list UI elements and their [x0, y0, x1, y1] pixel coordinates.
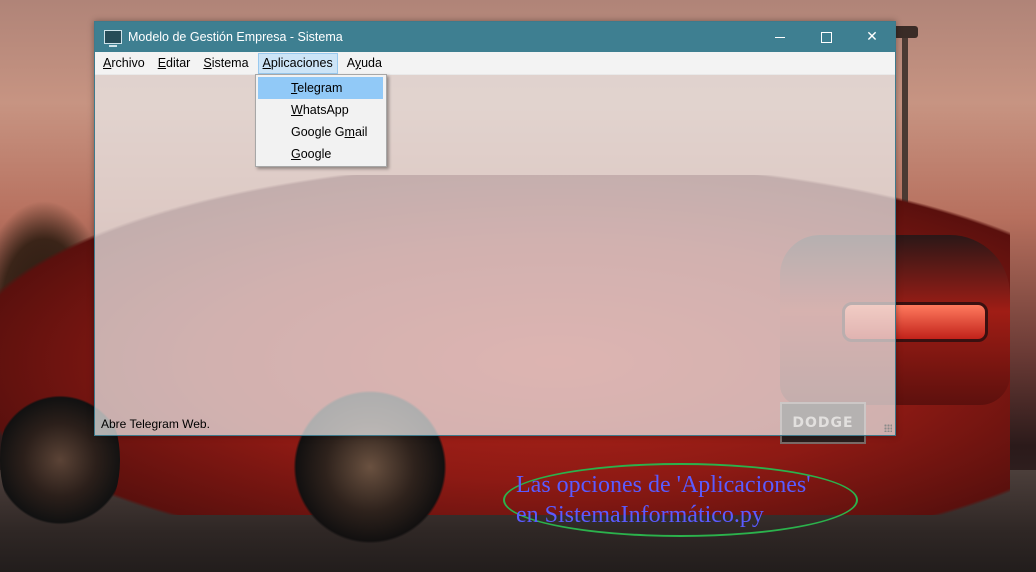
- menu-editar-label: ditar: [166, 56, 191, 70]
- resize-grip-icon[interactable]: [884, 424, 892, 432]
- google-mnemonic: G: [291, 147, 301, 161]
- title-bar[interactable]: Modelo de Gestión Empresa - Sistema ✕: [95, 22, 895, 52]
- google-gmail-mnemonic: m: [344, 125, 355, 139]
- google-label: oogle: [300, 147, 332, 161]
- menu-editar[interactable]: Editar: [154, 53, 195, 73]
- menu-item-telegram[interactable]: Telegram: [258, 77, 383, 99]
- annotation-text: Las opciones de 'Aplicaciones' en Sistem…: [516, 470, 856, 530]
- menu-archivo[interactable]: Archivo: [99, 53, 149, 73]
- menu-item-whatsapp[interactable]: WhatsApp: [258, 99, 383, 121]
- status-bar: Abre Telegram Web.: [95, 413, 895, 435]
- menu-aplicaciones[interactable]: Aplicaciones: [257, 52, 338, 74]
- menu-sistema-label: istema: [211, 56, 249, 70]
- whatsapp-label: hatsApp: [302, 103, 349, 117]
- maximize-icon: [820, 31, 832, 43]
- window-controls: ✕: [757, 22, 895, 52]
- minimize-button[interactable]: [757, 22, 803, 52]
- menu-ayuda[interactable]: Ayuda: [343, 53, 386, 73]
- annotation-line-1: Las opciones de 'Aplicaciones': [516, 472, 811, 498]
- google-gmail-prefix: Google G: [291, 125, 345, 139]
- google-gmail-label: ail: [354, 125, 368, 139]
- menu-ayuda-prefix: A: [346, 56, 355, 70]
- window-title: Modelo de Gestión Empresa - Sistema: [128, 30, 343, 44]
- menu-sistema[interactable]: Sistema: [199, 53, 252, 73]
- annotation-line-2: en SistemaInformático.py: [516, 502, 764, 528]
- client-area: Abre Telegram Web.: [95, 74, 895, 435]
- maximize-button[interactable]: [803, 22, 849, 52]
- menu-editar-mnemonic: E: [157, 56, 167, 70]
- menu-ayuda-label: uda: [361, 56, 382, 70]
- whatsapp-mnemonic: W: [291, 103, 303, 117]
- menu-aplicaciones-mnemonic: A: [262, 55, 271, 70]
- close-icon: ✕: [866, 29, 878, 45]
- menu-item-google-gmail[interactable]: Google Gmail: [258, 121, 383, 143]
- close-button[interactable]: ✕: [849, 22, 895, 52]
- status-text: Abre Telegram Web.: [101, 417, 210, 431]
- menu-aplicaciones-label: plicaciones: [270, 55, 333, 70]
- menu-sistema-mnemonic: S: [203, 56, 212, 70]
- app-window: Modelo de Gestión Empresa - Sistema ✕ Ar…: [94, 21, 896, 436]
- minimize-icon: [775, 36, 785, 38]
- menu-archivo-label: rchivo: [111, 56, 145, 70]
- menu-bar: Archivo Editar Sistema Aplicaciones Ayud…: [95, 52, 895, 75]
- monitor-icon: [104, 30, 122, 47]
- aplicaciones-dropdown: Telegram WhatsApp Google Gmail Google: [255, 74, 387, 167]
- menu-item-google[interactable]: Google: [258, 143, 383, 165]
- telegram-label: elegram: [297, 81, 343, 95]
